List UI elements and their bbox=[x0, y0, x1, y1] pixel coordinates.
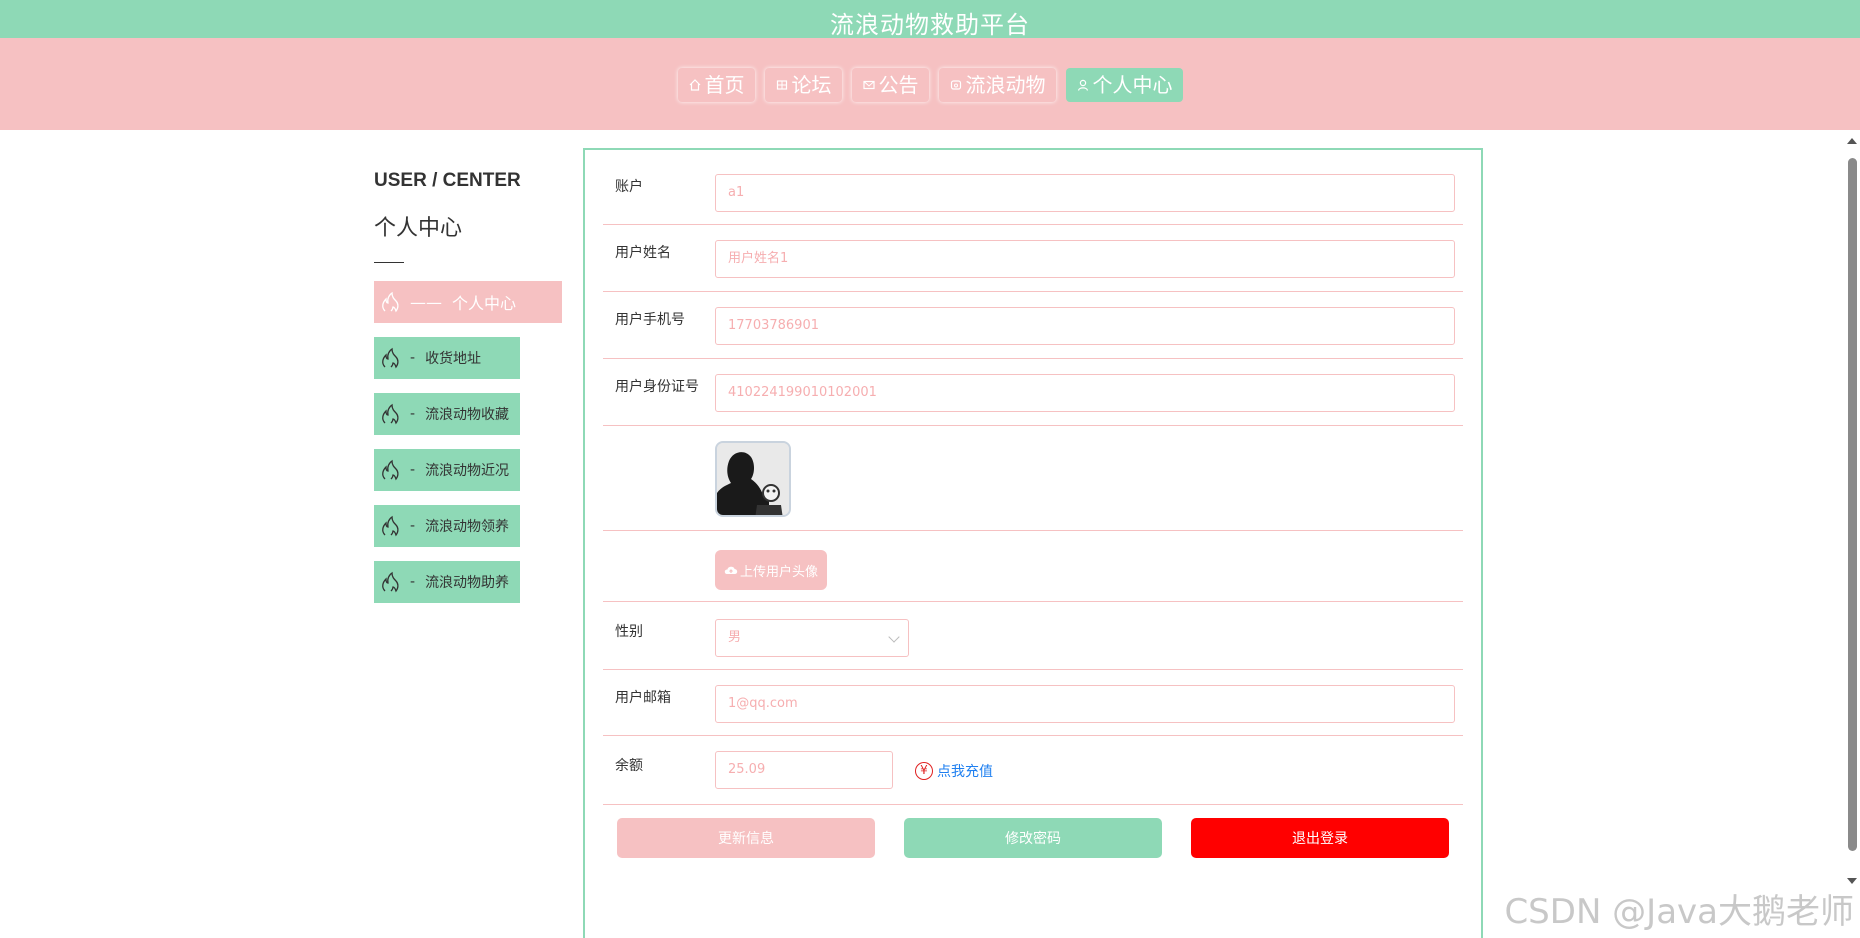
form-row-gender: 性别 男 bbox=[603, 603, 1463, 670]
sidebar-title-en: USER / CENTER bbox=[374, 170, 521, 191]
avatar-image bbox=[715, 441, 791, 517]
nav-user-center[interactable]: 个人中心 bbox=[1065, 68, 1183, 102]
flame-icon bbox=[382, 347, 399, 369]
nav-forum-label: 论坛 bbox=[791, 73, 832, 97]
email-label: 用户邮箱 bbox=[615, 690, 671, 706]
nav-notice[interactable]: 公告 bbox=[851, 68, 929, 102]
gender-select[interactable]: 男 bbox=[715, 619, 909, 657]
form-row-username: 用户姓名 用户姓名1 bbox=[603, 226, 1463, 292]
sidebar-item-prefix: - bbox=[410, 574, 416, 590]
home-icon bbox=[689, 79, 700, 91]
sidebar-title-cn: 个人中心 bbox=[374, 216, 463, 241]
recharge-label: 点我充值 bbox=[937, 764, 993, 780]
sidebar-item-prefix: - bbox=[410, 462, 416, 478]
username-label: 用户姓名 bbox=[615, 245, 671, 261]
gender-value: 男 bbox=[728, 630, 742, 645]
sidebar-item-label: 流浪动物助养 bbox=[425, 575, 510, 591]
nav-band: 首页 论坛 公告 流浪动物 个人中心 bbox=[0, 38, 1860, 130]
sidebar-item-address[interactable]: - 收货地址 bbox=[374, 337, 520, 379]
nav-animals[interactable]: 流浪动物 bbox=[938, 68, 1056, 102]
recharge-link[interactable]: ¥ 点我充值 bbox=[915, 761, 993, 781]
scrollbar-thumb[interactable] bbox=[1848, 158, 1857, 851]
account-field[interactable]: a1 bbox=[715, 174, 1455, 212]
page-scrollbar[interactable] bbox=[1843, 130, 1860, 898]
phone-field[interactable]: 17703786901 bbox=[715, 307, 1455, 345]
sidebar: USER / CENTER 个人中心 —— 个人中心 - 收货地址 - 流浪动物… bbox=[374, 170, 564, 617]
email-field[interactable]: 1@qq.com bbox=[715, 685, 1455, 723]
user-icon bbox=[1077, 79, 1088, 91]
sidebar-divider bbox=[374, 262, 404, 263]
nav-forum[interactable]: 论坛 bbox=[764, 68, 842, 102]
nav-home[interactable]: 首页 bbox=[677, 68, 755, 102]
chevron-down-icon bbox=[888, 631, 900, 643]
gender-label: 性别 bbox=[615, 624, 643, 640]
form-row-email: 用户邮箱 1@qq.com bbox=[603, 671, 1463, 736]
scroll-up-arrow-icon[interactable] bbox=[1847, 138, 1857, 144]
form-row-idcard: 用户身份证号 410224199010102001 bbox=[603, 360, 1463, 426]
change-password-button[interactable]: 修改密码 bbox=[904, 818, 1162, 858]
cloud-upload-icon bbox=[724, 566, 738, 574]
flame-icon bbox=[382, 571, 399, 593]
flame-icon bbox=[382, 459, 399, 481]
site-title: 流浪动物救助平台 bbox=[830, 11, 1030, 39]
form-row-avatar bbox=[603, 427, 1463, 531]
avatar-photo bbox=[717, 443, 789, 515]
sidebar-item-updates[interactable]: - 流浪动物近况 bbox=[374, 449, 520, 491]
balance-field[interactable]: 25.09 bbox=[715, 751, 893, 789]
nav-home-label: 首页 bbox=[704, 73, 745, 97]
upload-avatar-label: 上传用户头像 bbox=[739, 564, 818, 580]
sidebar-item-label: 流浪动物近况 bbox=[425, 463, 510, 479]
phone-label: 用户手机号 bbox=[615, 312, 685, 328]
pet-icon bbox=[950, 80, 961, 90]
sidebar-item-label: 收货地址 bbox=[425, 351, 482, 367]
form-row-balance: 余额 25.09 ¥ 点我充值 bbox=[603, 737, 1463, 805]
sidebar-item-prefix: - bbox=[410, 406, 416, 422]
mail-icon bbox=[862, 80, 875, 90]
main-nav: 首页 论坛 公告 流浪动物 个人中心 bbox=[0, 68, 1860, 102]
flame-icon bbox=[382, 515, 399, 537]
sidebar-item-prefix: - bbox=[410, 518, 416, 534]
sidebar-item-label: 流浪动物收藏 bbox=[425, 407, 510, 423]
update-info-button[interactable]: 更新信息 bbox=[617, 818, 875, 858]
nav-user-center-label: 个人中心 bbox=[1092, 73, 1173, 97]
sidebar-item-prefix: —— bbox=[410, 292, 442, 312]
username-field[interactable]: 用户姓名1 bbox=[715, 240, 1455, 278]
form-row-upload: 上传用户头像 bbox=[603, 532, 1463, 602]
sidebar-item-label: 个人中心 bbox=[452, 294, 517, 313]
sidebar-item-favorites[interactable]: - 流浪动物收藏 bbox=[374, 393, 520, 435]
balance-label: 余额 bbox=[615, 758, 643, 774]
nav-animals-label: 流浪动物 bbox=[965, 73, 1046, 97]
sidebar-item-prefix: - bbox=[410, 350, 416, 366]
form-row-account: 账户 a1 bbox=[603, 166, 1463, 225]
sidebar-item-adoption[interactable]: - 流浪动物领养 bbox=[374, 505, 520, 547]
account-label: 账户 bbox=[615, 179, 643, 195]
logout-button[interactable]: 退出登录 bbox=[1191, 818, 1449, 858]
nav-notice-label: 公告 bbox=[878, 73, 919, 97]
idcard-label: 用户身份证号 bbox=[615, 379, 699, 395]
top-header: 流浪动物救助平台 bbox=[0, 0, 1860, 39]
watermark: CSDN @Java大鹅老师 bbox=[1504, 892, 1854, 932]
flame-icon bbox=[382, 291, 399, 313]
sidebar-item-user-center[interactable]: —— 个人中心 bbox=[374, 281, 562, 323]
sidebar-item-sponsor[interactable]: - 流浪动物助养 bbox=[374, 561, 520, 603]
forum-icon bbox=[776, 80, 787, 90]
sidebar-menu: —— 个人中心 - 收货地址 - 流浪动物收藏 - 流浪动物近况 - 流浪动物领… bbox=[374, 281, 564, 603]
flame-icon bbox=[382, 403, 399, 425]
upload-avatar-button[interactable]: 上传用户头像 bbox=[715, 550, 827, 590]
yen-icon: ¥ bbox=[915, 762, 933, 780]
sidebar-item-label: 流浪动物领养 bbox=[425, 519, 510, 535]
idcard-field[interactable]: 410224199010102001 bbox=[715, 374, 1455, 412]
form-row-phone: 用户手机号 17703786901 bbox=[603, 293, 1463, 359]
